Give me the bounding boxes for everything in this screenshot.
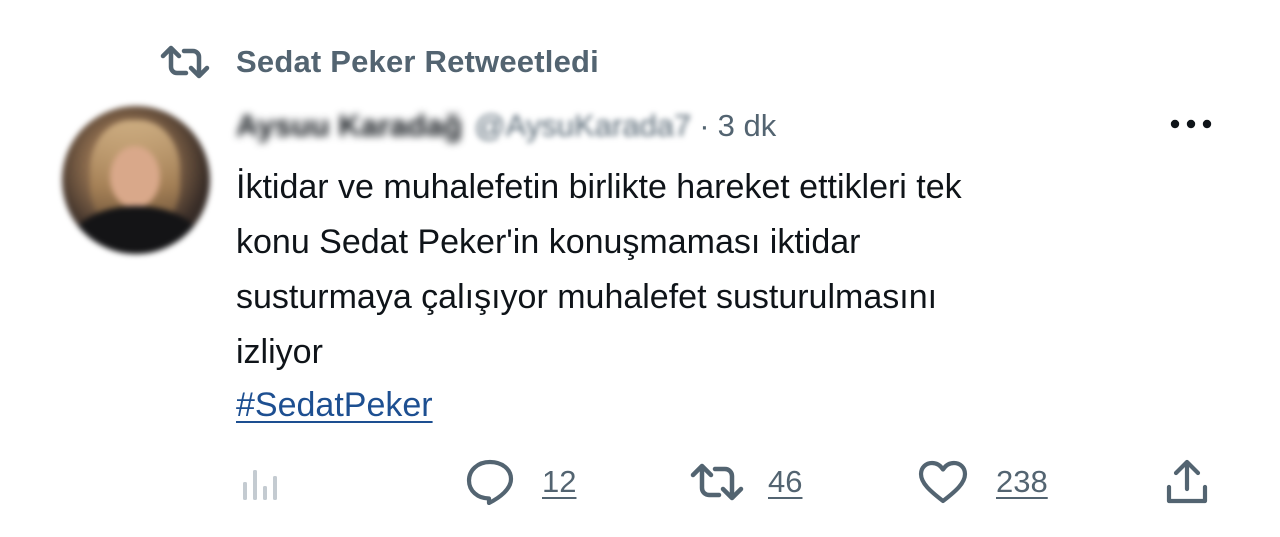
author-display-name[interactable]: Aysuu Karadağ	[236, 108, 462, 144]
retweet-icon	[690, 462, 744, 502]
retweet-count[interactable]: 46	[768, 464, 802, 500]
tweet-text-line: İktidar ve muhalefetin birlikte hareket …	[236, 168, 962, 206]
like-button[interactable]: 238	[918, 454, 1048, 510]
retweet-context[interactable]: Sedat Peker Retweetledi	[160, 38, 599, 86]
retweet-context-label: Sedat Peker Retweetledi	[236, 44, 599, 79]
share-button[interactable]	[1164, 454, 1210, 510]
tweet-text-line: susturmaya çalışıyor muhalefet susturulm…	[236, 278, 938, 316]
reply-button[interactable]: 12	[466, 454, 576, 510]
more-horizontal-icon	[1169, 117, 1213, 135]
analytics-icon	[240, 462, 282, 502]
avatar[interactable]	[62, 106, 210, 254]
like-count[interactable]: 238	[996, 464, 1048, 500]
tweet-header: Aysuu Karadağ @AysuKarada7 · 3 dk	[236, 104, 776, 148]
tweet-action-bar: 12 46 238	[0, 454, 1280, 510]
more-options-button[interactable]	[1168, 112, 1214, 140]
tweet-text-line: konu Sedat Peker'in konuşmaması iktidar	[236, 223, 861, 261]
avatar-body	[72, 206, 200, 254]
tweet-text-line: izliyor	[236, 333, 323, 371]
retweet-icon	[160, 45, 210, 79]
reply-icon	[466, 459, 514, 505]
header-separator: ·	[699, 108, 710, 143]
heart-icon	[918, 460, 968, 504]
share-icon	[1164, 459, 1210, 505]
avatar-face	[110, 146, 160, 208]
reply-count[interactable]: 12	[542, 464, 576, 500]
tweet-timestamp[interactable]: 3 dk	[718, 108, 777, 144]
tweet-text: İktidar ve muhalefetin birlikte hareket …	[236, 160, 1226, 380]
analytics-button[interactable]	[240, 454, 282, 510]
author-handle[interactable]: @AysuKarada7	[474, 108, 691, 144]
retweet-button[interactable]: 46	[690, 454, 802, 510]
hashtag-link[interactable]: #SedatPeker	[236, 378, 433, 433]
